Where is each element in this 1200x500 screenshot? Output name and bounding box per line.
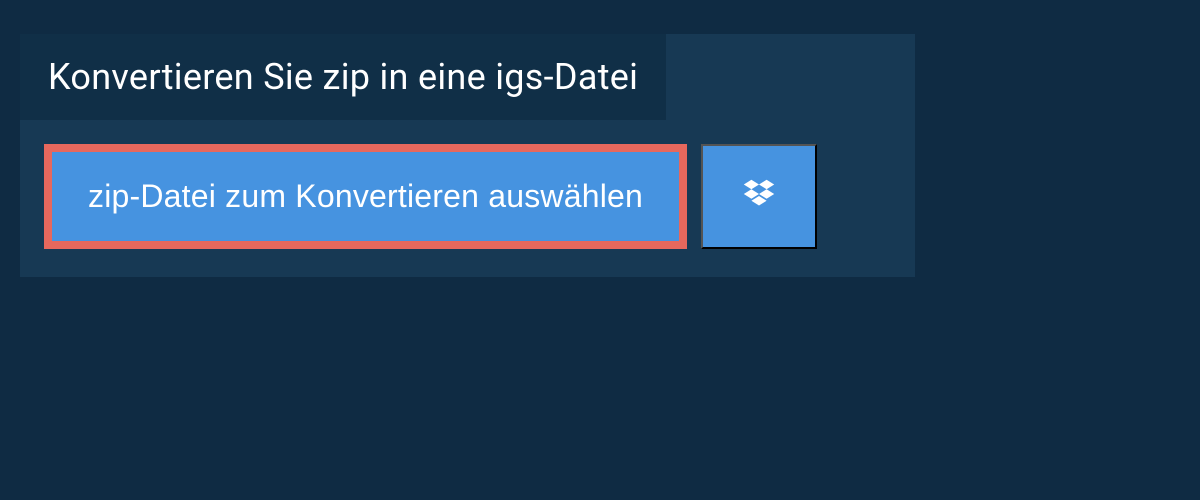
dropbox-icon — [740, 176, 778, 217]
select-file-button[interactable]: zip-Datei zum Konvertieren auswählen — [44, 144, 687, 249]
converter-panel: Konvertieren Sie zip in eine igs-Datei z… — [20, 34, 915, 277]
button-row: zip-Datei zum Konvertieren auswählen — [20, 120, 915, 277]
dropbox-button[interactable] — [701, 144, 817, 249]
page-title: Konvertieren Sie zip in eine igs-Datei — [48, 56, 638, 98]
header-bar: Konvertieren Sie zip in eine igs-Datei — [20, 34, 666, 120]
